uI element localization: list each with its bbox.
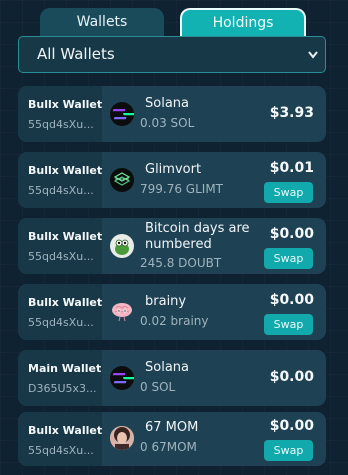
wallet-address: 55qd4sXu...	[28, 316, 94, 329]
token-value: $0.00	[269, 292, 314, 308]
solana-icon	[110, 102, 134, 126]
glimvort-icon	[110, 168, 134, 192]
wallet-name: Bullx Wallet	[28, 164, 103, 177]
wallet-column	[18, 152, 102, 208]
token-amount: 245.8 DOUBT	[140, 256, 222, 270]
token-value: $3.93	[269, 105, 314, 121]
holding-row[interactable]: Main Wallet D365U5x3... Solana 0 SOL $0.…	[18, 350, 326, 406]
token-name: Solana	[145, 96, 189, 111]
wallet-address: 55qd4sXu...	[28, 444, 94, 457]
token-value: $0.00	[269, 418, 314, 434]
tab-holdings[interactable]: Holdings	[180, 8, 306, 36]
swap-button[interactable]: Swap	[264, 248, 313, 269]
tab-bar: Wallets Holdings	[0, 8, 348, 36]
token-name: Solana	[145, 360, 189, 375]
wallet-column	[18, 284, 102, 340]
67mom-avatar-icon	[110, 426, 134, 450]
wallet-name: Bullx Wallet	[28, 98, 103, 111]
swap-button[interactable]: Swap	[264, 440, 313, 461]
token-amount: 799.76 GLIMT	[140, 182, 224, 196]
token-value: $0.01	[269, 160, 314, 176]
chevron-down-icon	[307, 37, 319, 86]
token-amount: 0 SOL	[140, 380, 176, 394]
wallet-address: 55qd4sXu...	[28, 250, 94, 263]
wallet-address: 55qd4sXu...	[28, 184, 94, 197]
wallet-name: Bullx Wallet	[28, 230, 103, 243]
token-name: Bitcoin days are	[145, 221, 250, 236]
wallet-column	[18, 86, 102, 142]
wallet-address: D365U5x3...	[28, 382, 97, 395]
doubt-frog-icon	[110, 234, 134, 258]
token-amount: 0 67MOM	[140, 440, 197, 454]
wallet-name: Main Wallet	[28, 362, 102, 375]
wallet-column	[18, 350, 102, 406]
swap-button[interactable]: Swap	[264, 182, 313, 203]
token-name: 67 MOM	[145, 420, 199, 435]
holding-row[interactable]: Bullx Wallet 55qd4sXu... brainy 0.02 bra…	[18, 284, 326, 340]
brainy-brain-icon	[110, 299, 134, 323]
swap-button[interactable]: Swap	[264, 314, 313, 335]
wallet-column	[18, 218, 102, 274]
wallet-column	[18, 412, 102, 466]
token-amount: 0.02 brainy	[140, 314, 209, 328]
tab-wallets[interactable]: Wallets	[40, 8, 164, 36]
token-name: Glimvort	[145, 162, 202, 177]
wallet-name: Bullx Wallet	[28, 424, 103, 437]
token-amount: 0.03 SOL	[140, 116, 195, 130]
token-name: brainy	[145, 294, 187, 309]
token-name-line2: numbered	[145, 237, 212, 252]
wallet-address: 55qd4sXu...	[28, 118, 94, 131]
wallet-select[interactable]: All Wallets	[18, 36, 326, 73]
holding-row[interactable]: Bullx Wallet 55qd4sXu... 67 MOM 0 67MOM …	[18, 412, 326, 466]
holding-row[interactable]: Bullx Wallet 55qd4sXu... Solana 0.03 SOL…	[18, 86, 326, 142]
wallet-name: Bullx Wallet	[28, 296, 103, 309]
token-value: $0.00	[269, 369, 314, 385]
holding-row[interactable]: Bullx Wallet 55qd4sXu... Bitcoin days ar…	[18, 218, 326, 274]
token-value: $0.00	[269, 226, 314, 242]
solana-icon	[110, 366, 134, 390]
wallet-select-value: All Wallets	[37, 45, 115, 63]
holding-row[interactable]: Bullx Wallet 55qd4sXu... Glimvort 799.76…	[18, 152, 326, 208]
